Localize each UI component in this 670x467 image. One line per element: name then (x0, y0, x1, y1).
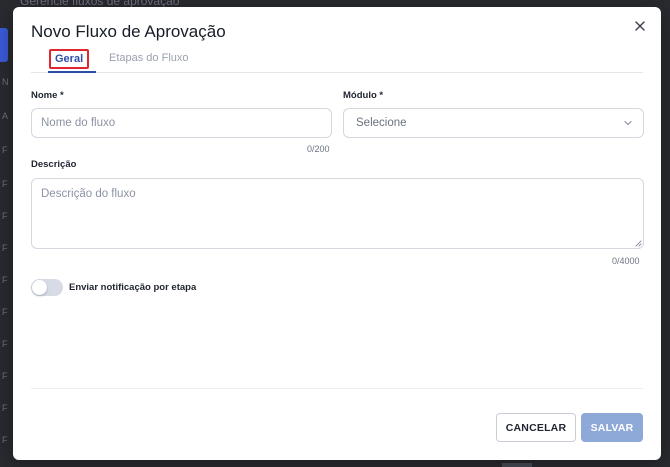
background-row-mark: N (2, 77, 9, 87)
modulo-select-value: Selecione (356, 117, 407, 129)
toggle-knob (32, 280, 47, 295)
tab-bar: Geral Etapas do Fluxo (31, 45, 643, 73)
resize-handle-icon[interactable] (634, 239, 642, 247)
modulo-label: Módulo * (343, 90, 384, 101)
background-button (502, 463, 532, 467)
nome-label: Nome * (31, 90, 64, 101)
save-button[interactable]: SALVAR (581, 413, 643, 442)
close-button[interactable] (631, 17, 649, 35)
descricao-textarea[interactable] (31, 178, 644, 249)
background-row-mark: F (2, 371, 8, 381)
footer-divider (31, 388, 643, 389)
background-row-mark: F (2, 339, 8, 349)
cancel-button[interactable]: CANCELAR (496, 413, 576, 442)
descricao-char-counter: 0/4000 (612, 256, 640, 266)
background-row-mark: F (2, 435, 8, 445)
tab-geral[interactable]: Geral (49, 49, 90, 69)
background-row-mark: F (2, 243, 8, 253)
background-row-mark: F (2, 307, 8, 317)
background-nav-accent (0, 28, 8, 62)
background-row-mark: F (2, 179, 8, 189)
notification-toggle[interactable] (31, 279, 63, 296)
new-approval-flow-dialog: Novo Fluxo de Aprovação Geral Etapas do … (13, 7, 661, 460)
chevron-down-icon (624, 120, 632, 126)
nome-input[interactable] (31, 108, 332, 138)
background-row-mark: F (2, 145, 8, 155)
active-tab-indicator (48, 71, 96, 73)
descricao-label: Descrição (31, 159, 77, 170)
background-row-mark: F (2, 403, 8, 413)
close-icon (635, 21, 645, 31)
background-row-mark: A (2, 111, 9, 121)
notification-toggle-label: Enviar notificação por etapa (69, 282, 197, 293)
descricao-wrapper (31, 178, 644, 249)
background-row-mark: F (2, 211, 8, 221)
background-row-mark: F (2, 275, 8, 285)
dialog-title: Novo Fluxo de Aprovação (31, 22, 226, 41)
nome-char-counter: 0/200 (307, 144, 330, 154)
modulo-select[interactable]: Selecione (343, 108, 644, 138)
tab-etapas-do-fluxo[interactable]: Etapas do Fluxo (109, 52, 189, 64)
